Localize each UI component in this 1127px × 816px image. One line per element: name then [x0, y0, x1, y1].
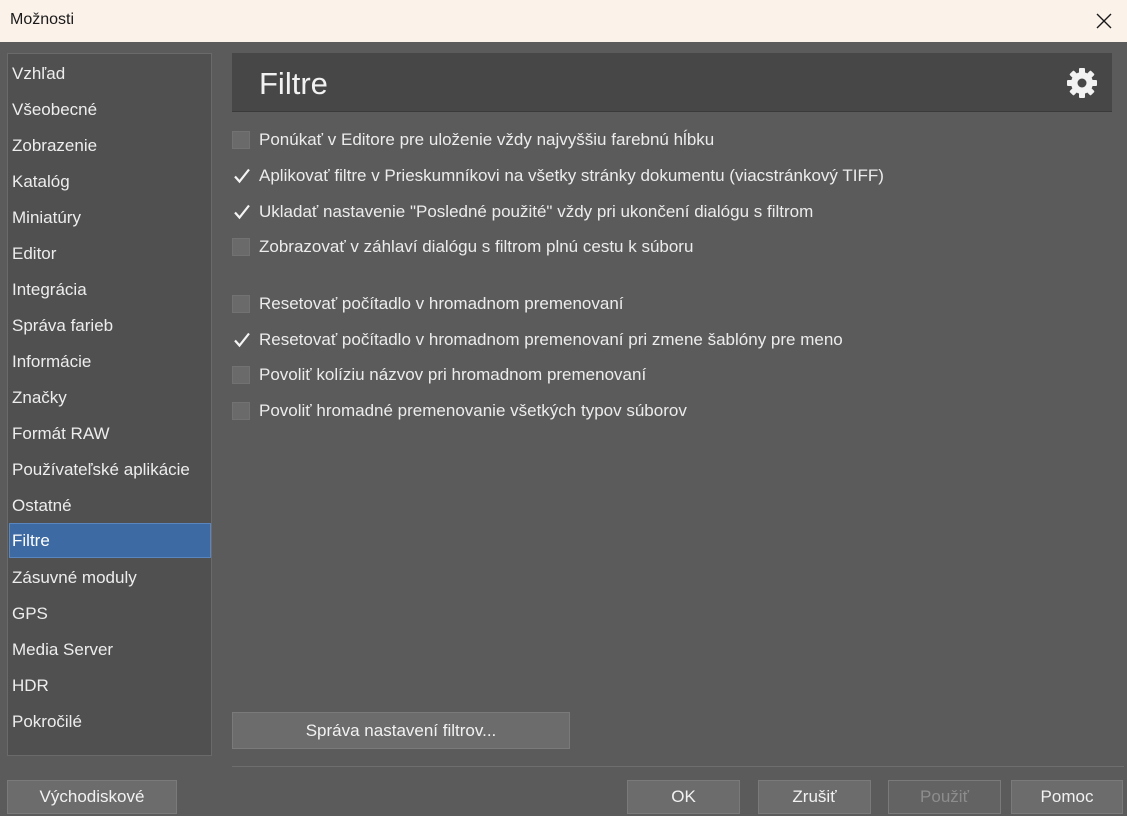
cancel-button[interactable]: Zrušiť	[758, 780, 871, 814]
option-reset-counter[interactable]: Resetovať počítadlo v hromadnom premenov…	[232, 293, 932, 315]
sidebar-item-znacky[interactable]: Značky	[9, 380, 211, 415]
title-bar: Možnosti	[0, 0, 1127, 42]
apply-button[interactable]: Použiť	[888, 780, 1001, 814]
sidebar-item-gps[interactable]: GPS	[9, 596, 211, 631]
defaults-button[interactable]: Východiskové	[7, 780, 177, 814]
ok-button[interactable]: OK	[627, 780, 740, 814]
sidebar-item-katalog[interactable]: Katalóg	[9, 164, 211, 199]
gear-icon[interactable]	[1066, 67, 1098, 99]
sidebar-item-pokrocile[interactable]: Pokročilé	[9, 704, 211, 739]
option-highest-color-depth[interactable]: Ponúkať v Editore pre uloženie vždy najv…	[232, 129, 932, 151]
sidebar-item-integracia[interactable]: Integrácia	[9, 272, 211, 307]
checkbox[interactable]	[232, 131, 250, 149]
help-button[interactable]: Pomoc	[1011, 780, 1123, 814]
checkmark-icon	[234, 204, 250, 220]
option-label: Resetovať počítadlo v hromadnom premenov…	[259, 294, 624, 313]
option-allow-name-collision[interactable]: Povoliť kolíziu názvov pri hromadnom pre…	[232, 364, 932, 386]
close-icon[interactable]	[1081, 0, 1127, 42]
option-show-full-path[interactable]: Zobrazovať v záhlaví dialógu s filtrom p…	[232, 236, 932, 258]
option-label: Ponúkať v Editore pre uloženie vždy najv…	[259, 130, 715, 149]
option-apply-filters-all-pages[interactable]: Aplikovať filtre v Prieskumníkovi na vše…	[232, 165, 932, 187]
sidebar-item-filtre[interactable]: Filtre	[9, 523, 211, 558]
sidebar-item-editor[interactable]: Editor	[9, 236, 211, 271]
option-label: Ukladať nastavenie "Posledné použité" vž…	[259, 202, 814, 221]
sidebar-item-hdr[interactable]: HDR	[9, 668, 211, 703]
footer-divider	[232, 766, 1124, 767]
sidebar-item-vseobecne[interactable]: Všeobecné	[9, 92, 211, 127]
window-title: Možnosti	[10, 11, 75, 28]
sidebar-item-format-raw[interactable]: Formát RAW	[9, 416, 211, 451]
checkmark-icon	[234, 168, 250, 184]
checkbox-checked[interactable]	[232, 331, 250, 349]
sidebar-item-media-server[interactable]: Media Server	[9, 632, 211, 667]
option-label: Povoliť kolíziu názvov pri hromadnom pre…	[259, 365, 647, 384]
checkbox-checked[interactable]	[232, 203, 250, 221]
option-label: Zobrazovať v záhlaví dialógu s filtrom p…	[259, 237, 694, 256]
option-allow-batch-rename-all[interactable]: Povoliť hromadné premenovanie všetkých t…	[232, 400, 932, 422]
section-header: Filtre	[232, 53, 1112, 112]
checkbox[interactable]	[232, 238, 250, 256]
sidebar-item-zasuvne-moduly[interactable]: Zásuvné moduly	[9, 560, 211, 595]
sidebar-item-zobrazenie[interactable]: Zobrazenie	[9, 128, 211, 163]
checkbox[interactable]	[232, 402, 250, 420]
checkbox[interactable]	[232, 366, 250, 384]
manage-filter-settings-button[interactable]: Správa nastavení filtrov...	[232, 712, 570, 749]
sidebar-item-informacie[interactable]: Informácie	[9, 344, 211, 379]
option-label: Aplikovať filtre v Prieskumníkovi na vše…	[259, 166, 884, 185]
sidebar-item-miniatury[interactable]: Miniatúry	[9, 200, 211, 235]
sidebar-item-sprava-farieb[interactable]: Správa farieb	[9, 308, 211, 343]
checkmark-icon	[234, 332, 250, 348]
options-category-list[interactable]: Vzhľad Všeobecné Zobrazenie Katalóg Mini…	[7, 53, 212, 756]
page-title: Filtre	[259, 66, 328, 101]
checkbox[interactable]	[232, 295, 250, 313]
sidebar-item-pouzivatelske-aplikacie[interactable]: Používateľské aplikácie	[9, 452, 211, 487]
checkbox-checked[interactable]	[232, 167, 250, 185]
option-save-last-used[interactable]: Ukladať nastavenie "Posledné použité" vž…	[232, 201, 932, 223]
option-label: Povoliť hromadné premenovanie všetkých t…	[259, 401, 687, 420]
option-label: Resetovať počítadlo v hromadnom premenov…	[259, 330, 843, 349]
sidebar-item-vzhlad[interactable]: Vzhľad	[9, 56, 211, 91]
sidebar-item-ostatne[interactable]: Ostatné	[9, 488, 211, 523]
option-reset-counter-template[interactable]: Resetovať počítadlo v hromadnom premenov…	[232, 329, 932, 351]
